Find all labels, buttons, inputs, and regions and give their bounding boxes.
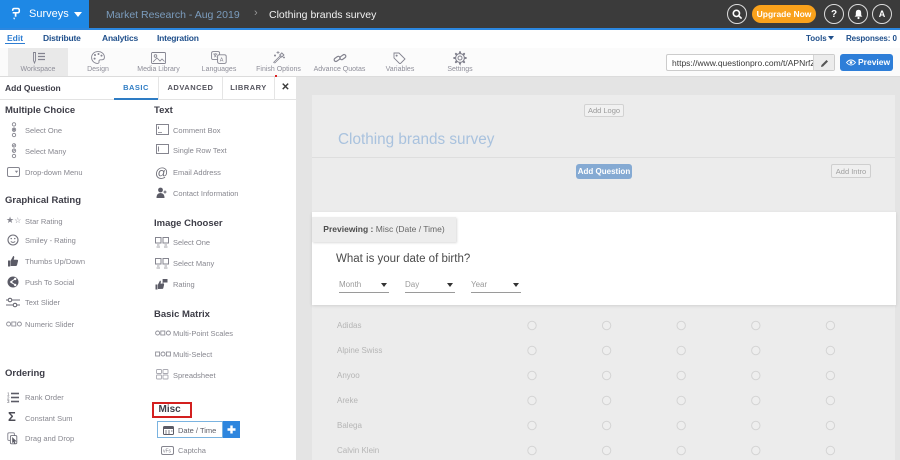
svg-text:vFs: vFs: [163, 449, 172, 455]
svg-text:3: 3: [7, 399, 10, 403]
svg-text:A: A: [220, 58, 224, 64]
